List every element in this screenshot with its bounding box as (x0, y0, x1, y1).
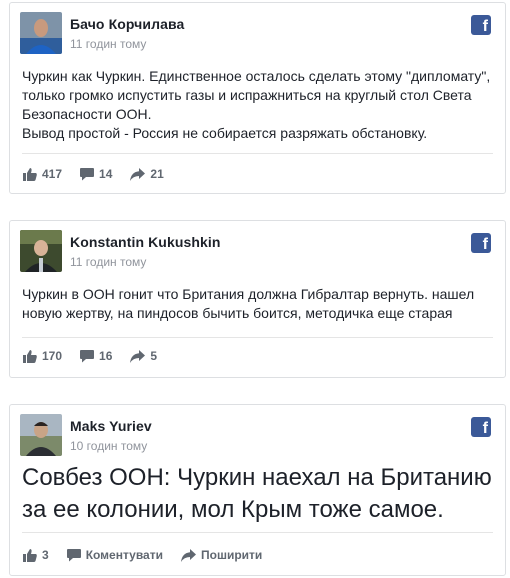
comment-button[interactable]: Коментувати (66, 548, 163, 562)
comment-button[interactable]: 16 (80, 349, 112, 363)
post-text: Совбез ООН: Чуркин наехал на Британию за… (22, 464, 492, 523)
post-actions: 3 Коментувати Поширити (23, 545, 262, 565)
comment-count: 14 (99, 167, 113, 181)
post-actions: 170 16 5 (23, 346, 157, 366)
facebook-icon[interactable]: f (471, 417, 491, 437)
facebook-icon[interactable]: f (471, 15, 491, 35)
share-arrow-icon (130, 349, 146, 363)
share-button[interactable]: 5 (130, 349, 157, 363)
share-count: 21 (150, 167, 164, 181)
share-arrow-icon (180, 548, 196, 562)
author-name[interactable]: Maks Yuriev (70, 418, 152, 434)
share-count: 5 (150, 349, 158, 363)
avatar[interactable] (20, 230, 62, 272)
post-timestamp[interactable]: 11 годин тому (70, 37, 146, 51)
like-button[interactable]: 170 (23, 349, 62, 363)
author-name[interactable]: Бачо Корчилава (70, 16, 184, 32)
avatar[interactable] (20, 12, 62, 54)
comment-count: 16 (99, 349, 113, 363)
divider (22, 153, 493, 154)
post-text: Чуркин как Чуркин. Единственное осталось… (22, 68, 491, 141)
facebook-icon[interactable]: f (471, 233, 491, 253)
post-timestamp[interactable]: 10 годин тому (70, 439, 147, 453)
post-timestamp[interactable]: 11 годин тому (70, 255, 146, 269)
thumbs-up-icon (23, 349, 37, 363)
post-card: Konstantin Kukushkin 11 годин тому f Чур… (9, 220, 506, 378)
share-button[interactable]: Поширити (180, 548, 263, 562)
post-card: Maks Yuriev 10 годин тому f Совбез ООН: … (9, 404, 506, 576)
thumbs-up-icon (23, 167, 37, 181)
comment-bubble-icon (66, 548, 81, 561)
share-button[interactable]: 21 (130, 167, 164, 181)
post-card: Бачо Корчилава 11 годин тому f Чуркин ка… (9, 2, 506, 194)
like-count: 417 (42, 167, 63, 181)
like-count: 3 (42, 548, 49, 562)
comment-bubble-icon (80, 167, 95, 180)
author-name[interactable]: Konstantin Kukushkin (70, 234, 221, 250)
thumbs-up-icon (23, 548, 37, 562)
like-count: 170 (42, 349, 63, 363)
divider (22, 532, 493, 533)
post-actions: 417 14 21 (23, 164, 164, 184)
post-text: Чуркин в ООН гонит что Британия должна Г… (22, 286, 475, 321)
comment-button[interactable]: 14 (80, 167, 112, 181)
like-button[interactable]: 3 (23, 548, 49, 562)
share-label: Поширити (200, 548, 263, 562)
comment-label: Коментувати (85, 548, 163, 562)
comment-bubble-icon (80, 349, 95, 362)
avatar[interactable] (20, 414, 62, 456)
share-arrow-icon (130, 167, 146, 181)
like-button[interactable]: 417 (23, 167, 62, 181)
divider (22, 337, 493, 338)
